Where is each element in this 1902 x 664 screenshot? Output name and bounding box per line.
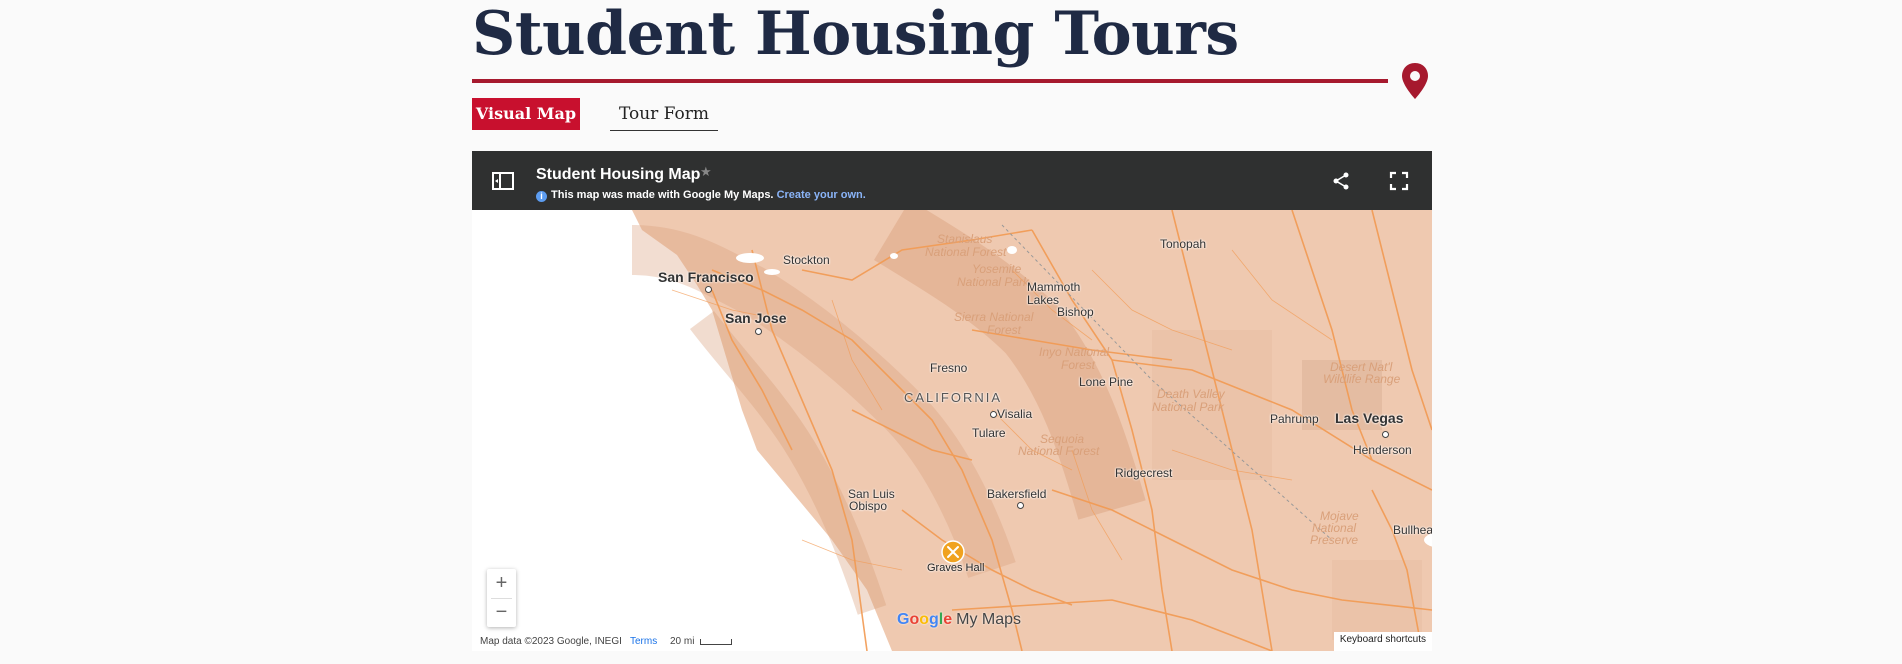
my-maps-text: My Maps (956, 611, 1022, 628)
city-label: San Francisco (658, 269, 754, 285)
info-icon: i (536, 191, 547, 202)
share-icon[interactable] (1330, 170, 1352, 192)
park-label: Yosemite (972, 262, 1022, 276)
city-label: Stockton (783, 253, 830, 267)
map-canvas[interactable]: Stockton San Francisco San Jose Stanisla… (472, 210, 1432, 651)
scale-bar (700, 639, 732, 645)
city-label: San Jose (725, 310, 787, 326)
city-dot (990, 411, 997, 418)
map-attribution: Map data ©2023 Google, INEGI (480, 636, 622, 647)
zoom-control: + − (487, 569, 516, 627)
city-label: Pahrump (1270, 412, 1319, 426)
park-label: Forest (987, 323, 1022, 337)
state-label: CALIFORNIA (904, 390, 1003, 405)
city-label: Bullhea (1393, 523, 1432, 537)
made-with-text: This map was made with Google My Maps. (551, 189, 774, 201)
park-label: National Park (1152, 400, 1225, 414)
city-dot (755, 328, 762, 335)
park-label: National Forest (925, 245, 1007, 259)
city-dot (1382, 431, 1389, 438)
park-label: National Forest (1018, 444, 1100, 458)
map-title: Student Housing Map (536, 166, 701, 183)
map-info: i This map was made with Google My Maps. … (536, 189, 866, 202)
scale-label[interactable]: 20 mi (670, 636, 694, 647)
city-label: Bishop (1057, 305, 1094, 319)
star-icon[interactable]: ★ (700, 164, 712, 180)
page-title: Student Housing Tours (472, 0, 1239, 69)
park-label: Stanislaus (937, 232, 993, 246)
city-dot (705, 286, 712, 293)
city-label: Tulare (972, 426, 1006, 440)
city-label: Obispo (849, 499, 888, 513)
city-label: Las Vegas (1335, 410, 1404, 426)
city-label: Visalia (997, 407, 1033, 421)
tab-visual-map[interactable]: Visual Map (472, 98, 580, 130)
city-label: Lone Pine (1079, 375, 1134, 389)
embedded-map[interactable]: Stockton San Francisco San Jose Stanisla… (472, 151, 1432, 651)
city-label: Ridgecrest (1115, 466, 1173, 480)
marker-label: Graves Hall (927, 562, 985, 574)
city-label: Tonopah (1160, 237, 1207, 251)
zoom-divider (491, 598, 512, 599)
park-label: National Park (957, 275, 1030, 289)
map-footer: Map data ©2023 Google, INEGI Terms 20 mi… (472, 632, 1432, 651)
city-label: Lakes (1027, 293, 1060, 307)
zoom-out-button[interactable]: − (487, 598, 516, 627)
create-your-own-link[interactable]: Create your own. (777, 189, 866, 201)
zoom-in-button[interactable]: + (487, 569, 516, 598)
map-pin-icon (1402, 63, 1428, 99)
city-label: Henderson (1353, 443, 1412, 457)
park-label: Preserve (1310, 533, 1359, 547)
park-label: Inyo National (1039, 345, 1110, 359)
keyboard-shortcuts-button[interactable]: Keyboard shortcuts (1333, 632, 1432, 651)
legend-toggle-icon[interactable] (491, 169, 515, 193)
park-label: Forest (1061, 358, 1096, 372)
park-label: Sierra National (954, 310, 1034, 324)
tab-tour-form[interactable]: Tour Form (610, 98, 718, 131)
terms-link[interactable]: Terms (630, 636, 657, 647)
fullscreen-icon[interactable] (1388, 170, 1410, 192)
map-terrain (472, 210, 1432, 651)
title-divider (472, 79, 1388, 83)
city-label: Bakersfield (987, 487, 1047, 501)
google-my-maps-logo: Google My Maps (897, 611, 1022, 628)
city-label: Mammoth (1027, 280, 1081, 294)
park-label: Death Valley (1157, 387, 1225, 401)
city-dot (1017, 502, 1024, 509)
park-label: Wildlife Range (1323, 372, 1401, 386)
location-marker-icon[interactable] (941, 540, 965, 564)
city-label: Fresno (930, 361, 968, 375)
map-header: Student Housing Map ★ i This map was made… (472, 151, 1432, 210)
